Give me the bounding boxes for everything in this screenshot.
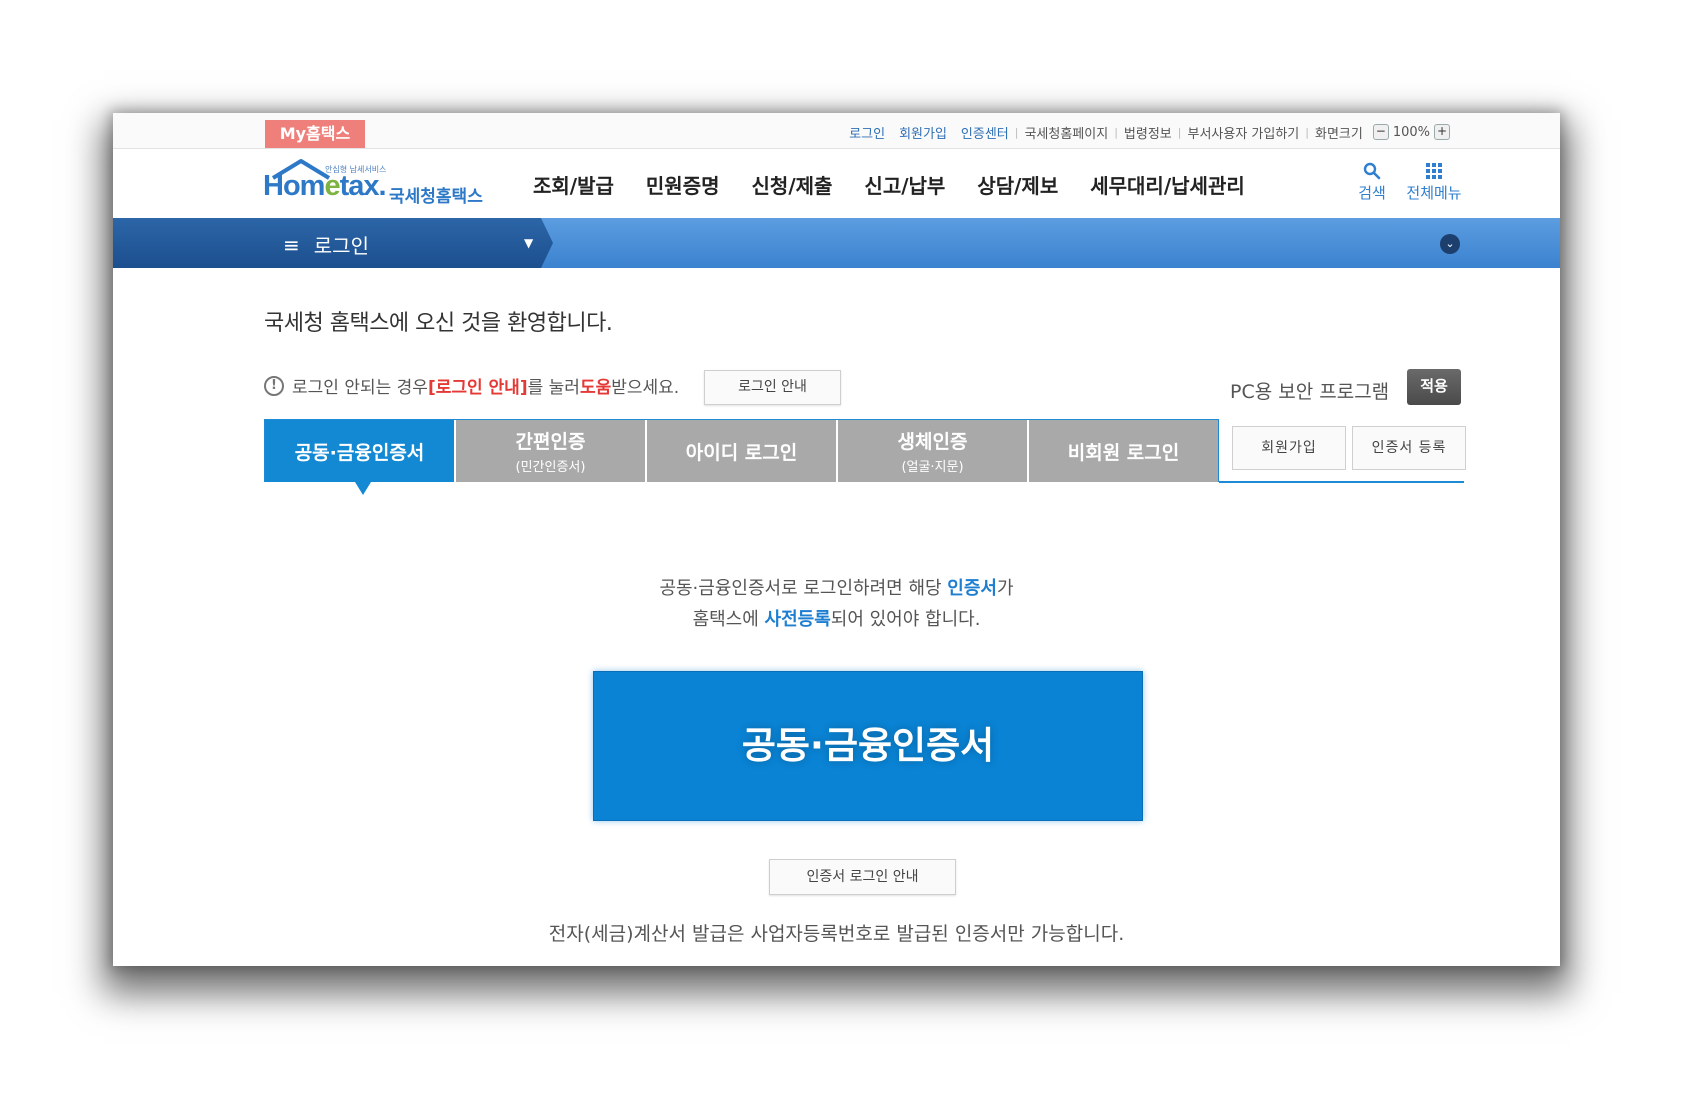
login-help-notice: ! 로그인 안되는 경우 [로그인 안내] 를 눌러 도움 받으세요. [264, 373, 679, 398]
law-info-link[interactable]: 법령정보 [1124, 123, 1172, 142]
nav-item-inquiry[interactable]: 조회/발급 [533, 170, 614, 199]
signup-link[interactable]: 회원가입 [899, 123, 947, 142]
dropdown-caret-icon[interactable]: ▼ [524, 236, 533, 250]
tab-simple-auth[interactable]: 간편인증 (민간인증서) [456, 420, 647, 482]
login-method-tabs: 공동·금융인증서 간편인증 (민간인증서) 아이디 로그인 생체인증 (얼굴·지… [264, 419, 1219, 495]
apply-security-button[interactable]: 적용 [1407, 369, 1461, 405]
login-link[interactable]: 로그인 [849, 123, 885, 142]
page-title: 국세청 홈택스에 오신 것을 환영합니다. [264, 311, 613, 336]
cert-center-link[interactable]: 인증센터 [961, 123, 1009, 142]
dept-user-signup-link[interactable]: 부서사용자 가입하기 [1187, 123, 1299, 142]
all-menu-label: 전체메뉴 [1406, 184, 1462, 202]
login-guide-button[interactable]: 로그인 안내 [704, 370, 841, 405]
nav-item-application[interactable]: 신청/제출 [752, 170, 833, 199]
header: 안심형 납세서비스 Hometax. 국세청홈택스 조회/발급 민원증명 신청/… [113, 150, 1560, 218]
tab-biometric[interactable]: 생체인증 (얼굴·지문) [838, 420, 1029, 482]
expand-chevron-icon[interactable]: ⌄ [1440, 234, 1460, 254]
nts-homepage-link[interactable]: 국세청홈페이지 [1024, 123, 1108, 142]
tab-guest-login[interactable]: 비회원 로그인 [1029, 420, 1218, 482]
separator: | [1014, 125, 1019, 139]
hometax-logo[interactable]: 안심형 납세서비스 Hometax. 국세청홈택스 [263, 158, 493, 210]
desc-line-1: 공동·금융인증서로 로그인하려면 해당 인증서가 [659, 578, 1014, 599]
search-label: 검색 [1358, 184, 1386, 202]
location-bar: ≡ 로그인 ▼ ⌄ [113, 218, 1560, 268]
top-utility-bar: My홈택스 로그인 회원가입 인증센터 | 국세청홈페이지 | 법령정보 | 부… [113, 113, 1560, 149]
joint-cert-login-button[interactable]: 공동·금융인증서 [593, 671, 1143, 821]
e-invoice-footnote: 전자(세금)계산서 발급은 사업자등록번호로 발급된 인증서만 가능합니다. [548, 923, 1125, 945]
logo-korean-name: 국세청홈택스 [389, 187, 483, 207]
grid-menu-icon [1426, 163, 1442, 179]
cert-login-guide-button[interactable]: 인증서 로그인 안내 [769, 859, 956, 895]
desc-line-2: 홈택스에 사전등록되어 있어야 합니다. [692, 609, 981, 630]
logo-wordmark: Hometax. [263, 170, 387, 202]
tabs-underline [1219, 481, 1464, 483]
search-button[interactable]: 검색 [1341, 160, 1403, 203]
pc-security-label: PC용 보안 프로그램 [1230, 381, 1390, 403]
main-nav: 조회/발급 민원증명 신청/제출 신고/납부 상담/제보 세무대리/납세관리 [533, 170, 1277, 199]
info-icon: ! [264, 375, 284, 396]
separator: | [1114, 125, 1118, 139]
cert-description: 공동·금융인증서로 로그인하려면 해당 인증서가 홈택스에 사전등록되어 있어야… [113, 573, 1560, 635]
utility-links: 로그인 회원가입 인증센터 | 국세청홈페이지 | 법령정보 | 부서사용자 가… [849, 122, 1450, 142]
zoom-in-button[interactable]: + [1434, 124, 1450, 140]
browser-window: My홈택스 로그인 회원가입 인증센터 | 국세청홈페이지 | 법령정보 | 부… [113, 113, 1560, 966]
nav-item-filing[interactable]: 신고/납부 [864, 170, 945, 199]
all-menu-button[interactable]: 전체메뉴 [1403, 160, 1465, 203]
location-title-text: 로그인 [313, 234, 369, 258]
nav-item-consultation[interactable]: 상담/제보 [977, 170, 1058, 199]
signup-button[interactable]: 회원가입 [1232, 426, 1346, 470]
zoom-out-button[interactable]: − [1372, 124, 1389, 140]
search-icon [1363, 162, 1381, 180]
header-tools: 검색 전체메뉴 [1341, 160, 1465, 203]
tab-joint-cert[interactable]: 공동·금융인증서 [265, 420, 456, 495]
zoom-control: − 100% + [1372, 124, 1450, 140]
zoom-value: 100% [1392, 124, 1430, 140]
my-hometax-tab[interactable]: My홈택스 [265, 120, 365, 148]
login-guide-link-text: [로그인 안내] [427, 378, 528, 398]
tab-id-login[interactable]: 아이디 로그인 [647, 420, 838, 482]
separator: | [1177, 125, 1182, 139]
nav-item-certificates[interactable]: 민원증명 [646, 170, 720, 199]
screen-size-label: 화면크기 [1314, 126, 1363, 142]
menu-icon: ≡ [283, 232, 300, 257]
help-text: 도움 [579, 378, 612, 398]
separator: | [1305, 125, 1309, 139]
location-title[interactable]: ≡ 로그인 [283, 230, 369, 259]
nav-item-tax-agent[interactable]: 세무대리/납세관리 [1090, 170, 1245, 199]
cert-register-button[interactable]: 인증서 등록 [1352, 426, 1466, 470]
